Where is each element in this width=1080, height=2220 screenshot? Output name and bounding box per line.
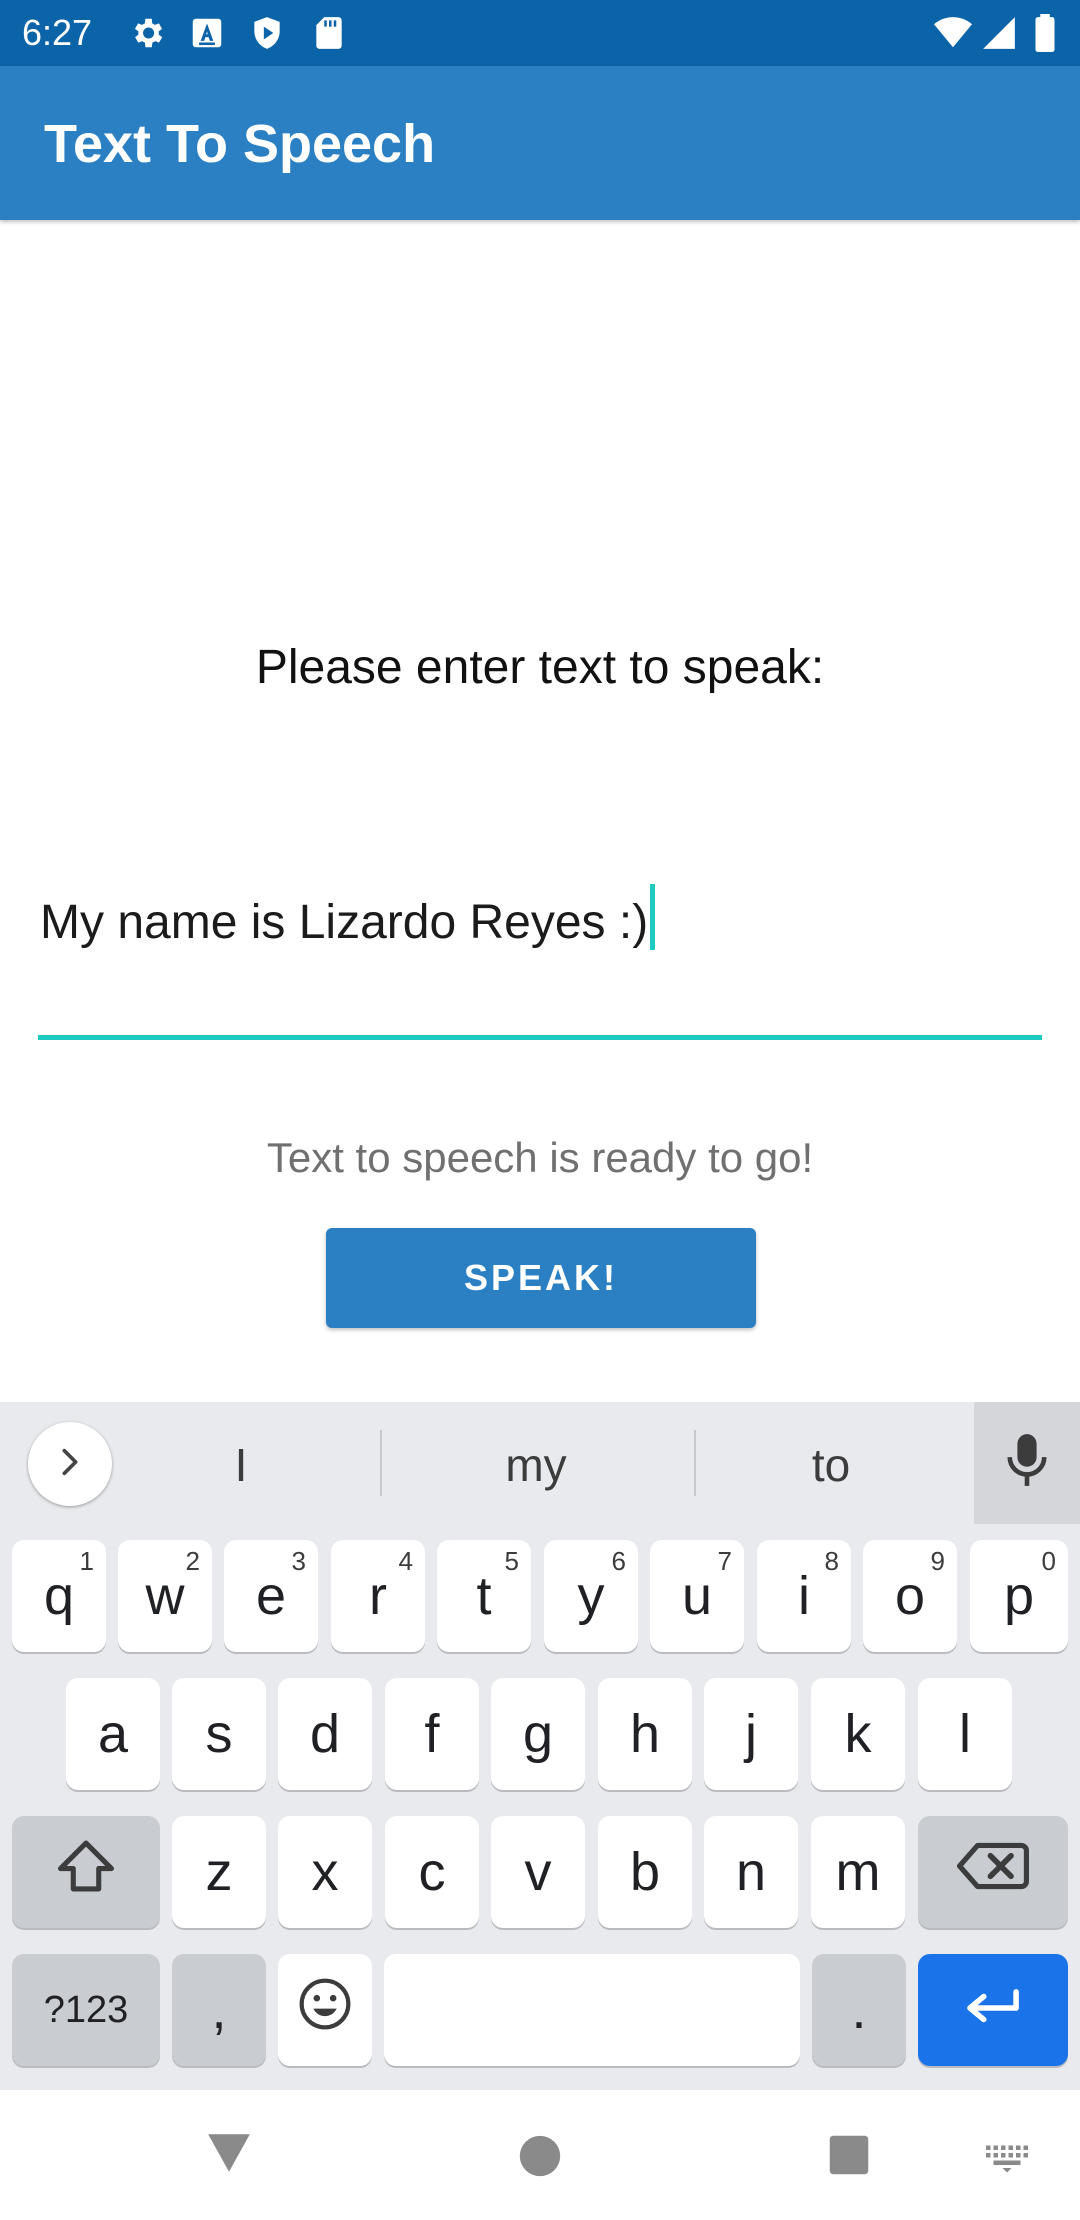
key-z[interactable]: z bbox=[172, 1816, 266, 1928]
key-hint: 0 bbox=[1041, 1546, 1056, 1576]
key-b[interactable]: b bbox=[598, 1816, 692, 1928]
space-key[interactable] bbox=[384, 1954, 800, 2066]
emoji-icon bbox=[297, 1976, 353, 2045]
speak-button-label: SPEAK! bbox=[463, 1257, 619, 1298]
enter-arrow-icon bbox=[963, 1979, 1023, 2041]
prompt-label: Please enter text to speak: bbox=[255, 641, 825, 694]
voice-input-button[interactable] bbox=[974, 1402, 1080, 1524]
shield-play-icon bbox=[248, 14, 286, 52]
key-label: q bbox=[43, 1566, 75, 1626]
input-value: My name is Lizardo Reyes :) bbox=[40, 896, 649, 949]
symbols-key[interactable]: ?123 bbox=[12, 1954, 160, 2066]
key-l[interactable]: l bbox=[918, 1678, 1012, 1790]
key-j[interactable]: j bbox=[704, 1678, 798, 1790]
system-nav-bar bbox=[0, 2090, 1080, 2220]
key-p[interactable]: p0 bbox=[970, 1540, 1068, 1652]
key-hint: 5 bbox=[504, 1546, 519, 1576]
key-v[interactable]: v bbox=[491, 1816, 585, 1928]
key-label: i bbox=[798, 1566, 810, 1626]
speak-button[interactable]: SPEAK! bbox=[326, 1228, 756, 1328]
key-f[interactable]: f bbox=[385, 1678, 479, 1790]
home-circle-icon[interactable] bbox=[518, 2134, 562, 2183]
keyboard-switch-icon[interactable] bbox=[984, 2144, 1030, 2179]
key-s[interactable]: s bbox=[172, 1678, 266, 1790]
key-hint: 9 bbox=[930, 1546, 945, 1576]
backspace-key[interactable] bbox=[918, 1816, 1068, 1928]
key-e[interactable]: e3 bbox=[224, 1540, 318, 1652]
key-i[interactable]: i8 bbox=[757, 1540, 851, 1652]
key-hint: 7 bbox=[717, 1546, 732, 1576]
key-label: t bbox=[476, 1566, 492, 1626]
key-hint: 2 bbox=[185, 1546, 200, 1576]
key-hint: 1 bbox=[79, 1546, 94, 1576]
key-a[interactable]: a bbox=[66, 1678, 160, 1790]
shift-icon bbox=[54, 1838, 118, 1907]
enter-key[interactable] bbox=[918, 1954, 1068, 2066]
key-t[interactable]: t5 bbox=[437, 1540, 531, 1652]
status-bar: 6:27 bbox=[0, 0, 1080, 66]
key-d[interactable]: d bbox=[278, 1678, 372, 1790]
suggestion-divider bbox=[380, 1430, 382, 1496]
accessibility-a-icon bbox=[188, 14, 226, 52]
app-bar: Text To Speech bbox=[0, 66, 1080, 220]
key-label: w bbox=[145, 1566, 185, 1626]
key-label: e bbox=[255, 1566, 287, 1626]
key-label: y bbox=[577, 1566, 605, 1626]
key-q[interactable]: q1 bbox=[12, 1540, 106, 1652]
input-text-container: My name is Lizardo Reyes :) bbox=[40, 884, 656, 957]
key-y[interactable]: y6 bbox=[544, 1540, 638, 1652]
key-n[interactable]: n bbox=[704, 1816, 798, 1928]
suggestion-2[interactable]: my bbox=[384, 1430, 688, 1500]
wifi-icon bbox=[934, 14, 972, 52]
gear-icon bbox=[128, 14, 166, 52]
key-label: o bbox=[894, 1566, 926, 1626]
tts-status-text: Text to speech is ready to go! bbox=[266, 1134, 814, 1181]
shift-key[interactable] bbox=[12, 1816, 160, 1928]
signal-icon bbox=[980, 14, 1018, 52]
app-title: Text To Speech bbox=[44, 114, 436, 174]
comma-key[interactable]: , bbox=[172, 1954, 266, 2066]
chevron-right-icon bbox=[53, 1445, 87, 1484]
key-hint: 3 bbox=[291, 1546, 306, 1576]
key-w[interactable]: w2 bbox=[118, 1540, 212, 1652]
back-triangle-icon[interactable] bbox=[204, 2130, 254, 2181]
backspace-icon bbox=[957, 1840, 1029, 1905]
expand-toolbar-button[interactable] bbox=[28, 1422, 112, 1506]
key-hint: 6 bbox=[611, 1546, 626, 1576]
key-h[interactable]: h bbox=[598, 1678, 692, 1790]
emoji-key[interactable] bbox=[278, 1954, 372, 2066]
key-r[interactable]: r4 bbox=[331, 1540, 425, 1652]
suggestion-bar: I my to bbox=[0, 1402, 1080, 1524]
key-label: u bbox=[681, 1566, 713, 1626]
battery-icon bbox=[1030, 14, 1060, 52]
key-m[interactable]: m bbox=[811, 1816, 905, 1928]
suggestion-divider bbox=[694, 1430, 696, 1496]
key-u[interactable]: u7 bbox=[650, 1540, 744, 1652]
microphone-icon bbox=[1004, 1432, 1050, 1495]
period-key[interactable]: . bbox=[812, 1954, 906, 2066]
key-x[interactable]: x bbox=[278, 1816, 372, 1928]
recents-square-icon[interactable] bbox=[828, 2134, 870, 2181]
status-time: 6:27 bbox=[22, 12, 93, 53]
speech-text-input[interactable]: My name is Lizardo Reyes :) bbox=[38, 868, 1042, 1040]
key-label: r bbox=[369, 1566, 387, 1626]
sd-card-icon bbox=[310, 14, 348, 52]
key-label: p bbox=[1003, 1566, 1035, 1626]
key-o[interactable]: o9 bbox=[863, 1540, 957, 1652]
soft-keyboard: I my to q1 w2 e3 r4 t5 y6 u7 i8 o9 p0 a … bbox=[0, 1402, 1080, 2090]
text-cursor bbox=[650, 884, 656, 950]
key-k[interactable]: k bbox=[811, 1678, 905, 1790]
key-c[interactable]: c bbox=[385, 1816, 479, 1928]
key-g[interactable]: g bbox=[491, 1678, 585, 1790]
key-hint: 8 bbox=[824, 1546, 839, 1576]
key-hint: 4 bbox=[398, 1546, 413, 1576]
suggestion-1[interactable]: I bbox=[130, 1430, 352, 1500]
suggestion-3[interactable]: to bbox=[700, 1430, 962, 1500]
